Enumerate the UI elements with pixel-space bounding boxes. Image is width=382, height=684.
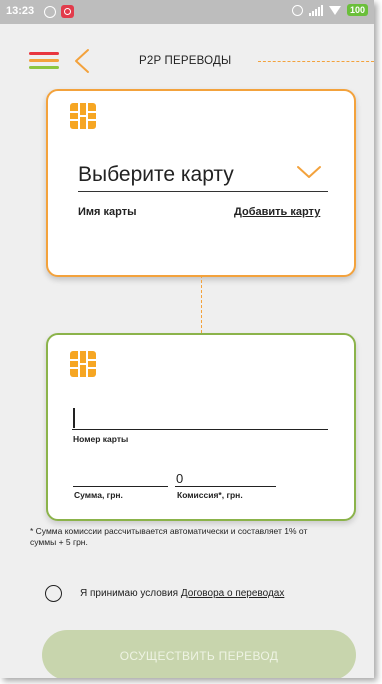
commission-value: 0: [176, 471, 184, 486]
status-icons: 100: [291, 4, 368, 16]
signal-icon: [308, 4, 323, 16]
title-divider: [258, 61, 374, 62]
whatsapp-icon: [44, 6, 56, 18]
card-name-label: Имя карты: [78, 206, 137, 218]
p2p-transfer-screen: 13:23 100 P2P ПЕРЕВОДЫ Выберите карту Им…: [0, 0, 374, 678]
commission-field: [175, 486, 276, 487]
agreement-checkbox[interactable]: [45, 585, 62, 602]
agreement-link[interactable]: Договора о переводах: [181, 588, 284, 599]
amount-label: Сумма, грн.: [74, 490, 123, 500]
amount-input[interactable]: [73, 486, 168, 487]
text-cursor: [73, 408, 75, 428]
battery-icon: 100: [346, 4, 368, 16]
commission-note: * Сумма комиссии рассчитывается автомати…: [30, 526, 308, 547]
hamburger-icon[interactable]: [29, 52, 59, 70]
select-underline: [78, 191, 328, 192]
commission-label: Комиссия*, грн.: [177, 490, 243, 500]
card-number-label: Номер карты: [73, 434, 129, 444]
card-chip-icon: [70, 351, 96, 377]
card-select[interactable]: Выберите карту: [78, 163, 234, 187]
chevron-left-icon[interactable]: [70, 48, 94, 74]
status-time: 13:23: [6, 5, 35, 17]
page-title: P2P ПЕРЕВОДЫ: [139, 55, 232, 67]
alarm-icon: [291, 4, 303, 16]
source-card: Выберите карту Имя карты Добавить карту: [46, 89, 356, 277]
submit-transfer-button[interactable]: ОСУЩЕСТВИТЬ ПЕРЕВОД: [42, 630, 356, 678]
app-notification-icon: [61, 5, 74, 18]
wifi-icon: [328, 5, 341, 15]
card-connector: [201, 275, 202, 333]
agreement-text: Я принимаю условия Договора о переводах: [80, 588, 284, 599]
agreement-prefix: Я принимаю условия: [80, 588, 181, 599]
status-bar: 13:23 100: [0, 0, 374, 24]
card-number-input[interactable]: [72, 407, 328, 430]
add-card-link[interactable]: Добавить карту: [234, 206, 320, 218]
destination-card: Номер карты 0 Сумма, грн. Комиссия*, грн…: [46, 333, 356, 521]
card-chip-icon: [70, 103, 96, 129]
chevron-down-icon[interactable]: [296, 165, 322, 179]
